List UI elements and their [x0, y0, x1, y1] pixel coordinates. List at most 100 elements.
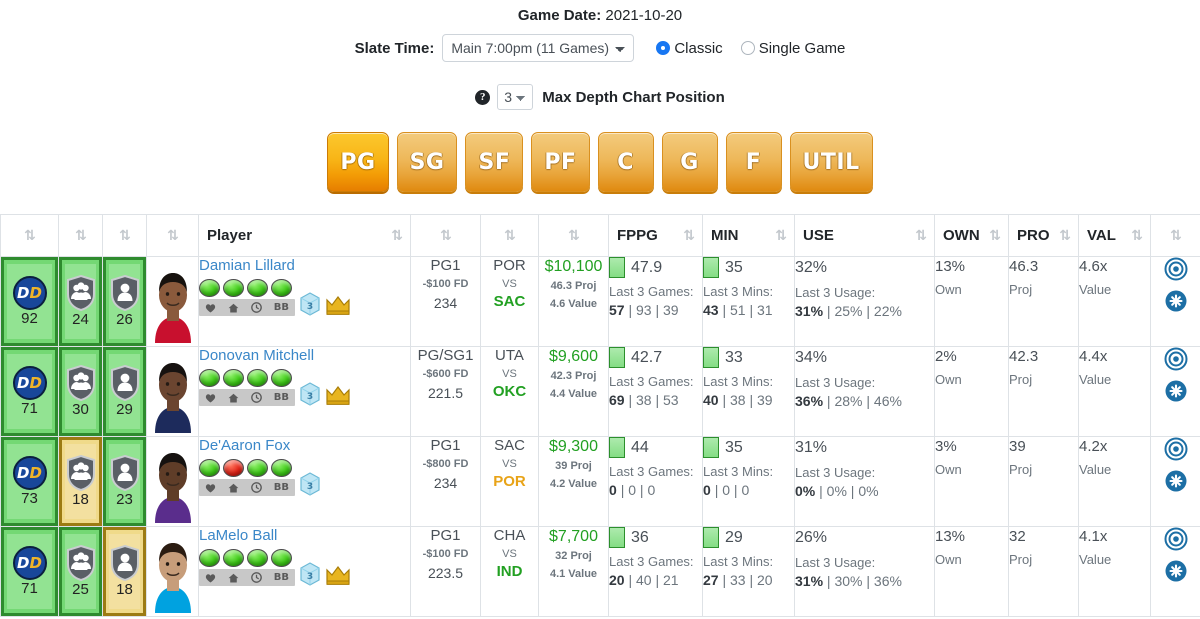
player-rating-badge[interactable]: 23 — [103, 437, 146, 526]
team-rating-cell[interactable]: 30 — [58, 346, 103, 437]
dd-rating-badge[interactable]: DD 71 — [1, 347, 58, 436]
column-header-pro[interactable]: PRO ⇅ — [1008, 214, 1079, 257]
max-depth-label: Max Depth Chart Position — [542, 88, 725, 106]
radio-single-game[interactable]: Single Game — [740, 40, 845, 57]
player-name-link[interactable]: De'Aaron Fox — [199, 437, 410, 455]
player-name-link[interactable]: Donovan Mitchell — [199, 347, 410, 365]
player-rating-cell[interactable]: 23 — [102, 436, 147, 527]
column-header-fppg[interactable]: FPPG ⇅ — [608, 214, 703, 257]
salary-value: $7,700 — [549, 528, 598, 545]
sep: | — [866, 303, 871, 319]
column-header-val[interactable]: VAL ⇅ — [1078, 214, 1151, 257]
sort-toggle-icon[interactable]: ⇅ — [24, 229, 36, 243]
sort-toggle-icon[interactable]: ⇅ — [683, 229, 695, 243]
dd-rating-cell[interactable]: DD 71 — [0, 346, 59, 437]
radio-classic[interactable]: Classic — [656, 40, 723, 57]
sort-toggle-icon[interactable]: ⇅ — [1059, 229, 1071, 243]
team-rating-cell[interactable]: 25 — [58, 526, 103, 617]
position-button-pf[interactable]: PF — [531, 132, 590, 192]
exclude-player-icon[interactable] — [1164, 559, 1188, 583]
last3mins-label: Last 3 Mins: — [703, 284, 774, 299]
sort-toggle-icon[interactable]: ⇅ — [1131, 229, 1143, 243]
player-rating-badge[interactable]: 26 — [103, 257, 146, 346]
column-header-use[interactable]: USE ⇅ — [794, 214, 935, 257]
slate-time-select[interactable]: Main 7:00pm (11 Games) — [442, 34, 635, 62]
team-rating-badge[interactable]: 30 — [59, 347, 102, 436]
clock-icon — [250, 392, 262, 403]
lock-player-icon[interactable] — [1164, 257, 1188, 281]
position-button-sg[interactable]: SG — [396, 132, 458, 192]
help-icon[interactable]: ? — [475, 89, 491, 105]
last3games-values: 0 | 0 | 0 — [609, 481, 702, 499]
sort-toggle-icon[interactable]: ⇅ — [75, 229, 87, 243]
sort-toggle-icon[interactable]: ⇅ — [989, 229, 1001, 243]
team-rating-fill: 24 — [65, 264, 96, 339]
position-button-util[interactable]: UTIL — [789, 132, 873, 192]
team-rating-fill: 18 — [65, 444, 96, 519]
column-header-min[interactable]: MIN ⇅ — [702, 214, 795, 257]
player-rating-badge[interactable]: 18 — [103, 527, 146, 616]
column-header-player[interactable]: Player ⇅ — [198, 214, 411, 257]
dd-rating-badge[interactable]: DD 73 — [1, 437, 58, 526]
column-header-icon-2[interactable]: ⇅ — [102, 214, 147, 257]
sort-toggle-icon[interactable]: ⇅ — [440, 229, 452, 243]
exclude-player-icon[interactable] — [1164, 469, 1188, 493]
status-led-2 — [223, 369, 244, 387]
player-rating-cell[interactable]: 18 — [102, 526, 147, 617]
player-cell: De'Aaron Fox BB 3 — [198, 436, 411, 527]
column-header-icon-6[interactable]: ⇅ — [480, 214, 539, 257]
position-button-pg[interactable]: PG — [327, 132, 389, 192]
player-rating-cell[interactable]: 29 — [102, 346, 147, 437]
sort-toggle-icon[interactable]: ⇅ — [915, 229, 927, 243]
player-tag-bar: BB — [199, 479, 295, 496]
dd-rating-cell[interactable]: DD 73 — [0, 436, 59, 527]
lock-player-icon[interactable] — [1164, 437, 1188, 461]
team-rating-cell[interactable]: 24 — [58, 256, 103, 347]
position-button-f[interactable]: F — [725, 132, 782, 192]
position-button-sf[interactable]: SF — [465, 132, 524, 192]
table-row: DD 73 18 23 De'Aaron Fox BB 3 PG1 -$800 … — [0, 436, 1200, 527]
vs-label: VS — [502, 458, 517, 470]
sort-toggle-icon[interactable]: ⇅ — [568, 229, 580, 243]
column-header-own[interactable]: OWN ⇅ — [934, 214, 1009, 257]
table-row: DD 92 24 26 Damian Lillard BB 3 PG1 -$10… — [0, 256, 1200, 347]
dd-rating-cell[interactable]: DD 92 — [0, 256, 59, 347]
team-rating-badge[interactable]: 25 — [59, 527, 102, 616]
dd-rating-badge[interactable]: DD 71 — [1, 527, 58, 616]
dd-rating-cell[interactable]: DD 71 — [0, 526, 59, 617]
player-rating-badge[interactable]: 29 — [103, 347, 146, 436]
sort-toggle-icon[interactable]: ⇅ — [167, 229, 179, 243]
exclude-player-icon[interactable] — [1164, 289, 1188, 313]
pro-cell: 39 Proj — [1008, 436, 1079, 527]
radio-classic-dot[interactable] — [656, 41, 671, 55]
team-rating-cell[interactable]: 18 — [58, 436, 103, 527]
column-header-icon-1[interactable]: ⇅ — [58, 214, 103, 257]
pro-value: 32 — [1009, 528, 1026, 545]
column-header-icon-0[interactable]: ⇅ — [0, 214, 59, 257]
column-header-icon-14[interactable]: ⇅ — [1150, 214, 1200, 257]
dd-rating-badge[interactable]: DD 92 — [1, 257, 58, 346]
radio-single-game-dot[interactable] — [740, 41, 755, 55]
sort-toggle-icon[interactable]: ⇅ — [391, 229, 403, 243]
sort-toggle-icon[interactable]: ⇅ — [504, 229, 516, 243]
column-header-icon-5[interactable]: ⇅ — [410, 214, 481, 257]
player-name-link[interactable]: LaMelo Ball — [199, 527, 410, 545]
val-value: 4.6x — [1079, 258, 1108, 275]
team-rating-badge[interactable]: 18 — [59, 437, 102, 526]
sort-toggle-icon[interactable]: ⇅ — [119, 229, 131, 243]
sep: | — [639, 482, 644, 498]
sort-toggle-icon[interactable]: ⇅ — [1170, 229, 1182, 243]
player-name-link[interactable]: Damian Lillard — [199, 257, 410, 275]
column-header-icon-7[interactable]: ⇅ — [538, 214, 609, 257]
position-button-c[interactable]: C — [597, 132, 654, 192]
column-header-icon-3[interactable]: ⇅ — [146, 214, 199, 257]
lock-player-icon[interactable] — [1164, 347, 1188, 371]
exclude-player-icon[interactable] — [1164, 379, 1188, 403]
lock-player-icon[interactable] — [1164, 527, 1188, 551]
team-rating-fill: 30 — [65, 354, 96, 429]
player-rating-cell[interactable]: 26 — [102, 256, 147, 347]
max-depth-select[interactable]: 3 — [497, 84, 534, 110]
sort-toggle-icon[interactable]: ⇅ — [775, 229, 787, 243]
position-button-g[interactable]: G — [661, 132, 718, 192]
team-rating-badge[interactable]: 24 — [59, 257, 102, 346]
